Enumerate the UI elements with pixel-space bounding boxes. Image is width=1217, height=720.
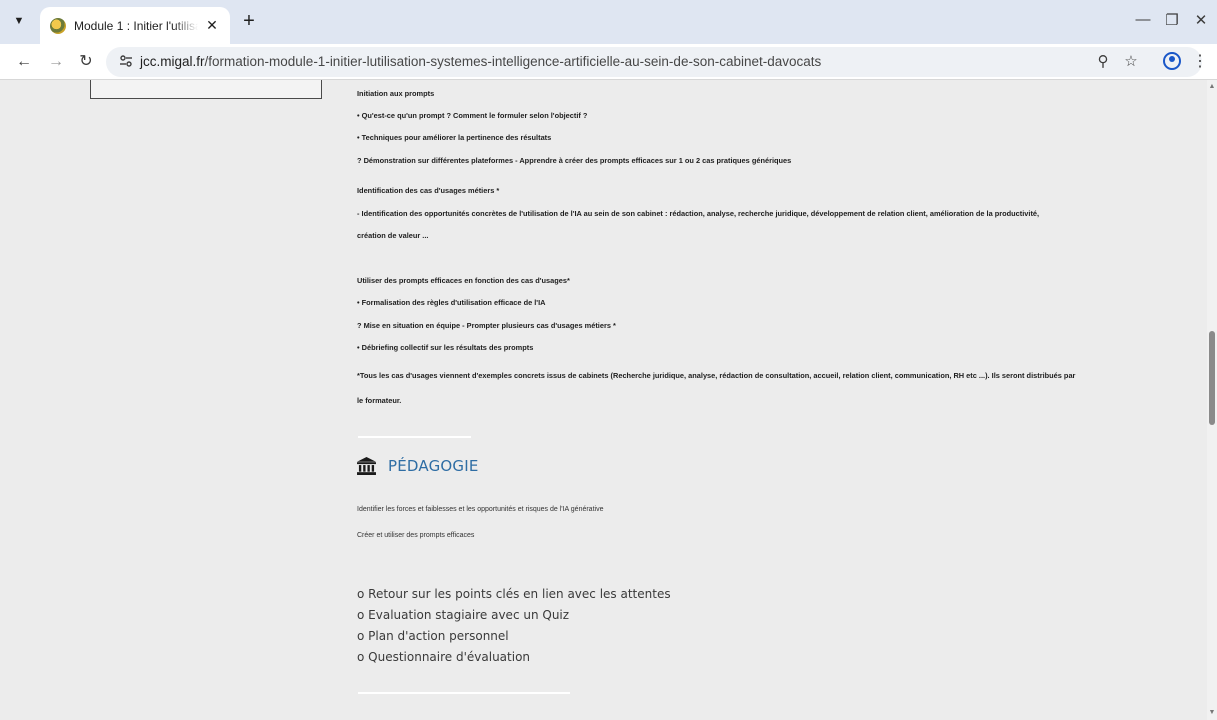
restore-icon[interactable]: ❐: [1161, 11, 1183, 29]
kebab-menu-icon[interactable]: ⋮: [1192, 51, 1208, 71]
section-title: PÉDAGOGIE: [388, 457, 479, 475]
content-line: • Débriefing collectif sur les résultats…: [357, 343, 534, 352]
scroll-down-arrow-icon[interactable]: ▼: [1208, 709, 1216, 717]
reload-icon[interactable]: ↻: [74, 50, 98, 74]
content-line: Identification des cas d'usages métiers …: [357, 186, 500, 195]
minimize-icon[interactable]: —: [1132, 11, 1154, 28]
content-line: - Identification des opportunités concrè…: [357, 209, 1040, 218]
chevron-down-icon: ▼: [13, 15, 25, 27]
scroll-up-arrow-icon[interactable]: ▲: [1208, 83, 1216, 91]
url-path: /formation-module-1-initier-lutilisation…: [204, 54, 822, 69]
pedagogie-item: o Questionnaire d'évaluation: [357, 650, 531, 664]
pedagogie-heading: PÉDAGOGIE: [357, 457, 479, 475]
site-favicon-icon: [50, 17, 66, 34]
profile-icon[interactable]: [1163, 52, 1181, 70]
section-divider: [358, 692, 570, 694]
window-close-icon[interactable]: ✕: [1190, 11, 1212, 29]
content-line: • Techniques pour améliorer la pertinenc…: [357, 133, 552, 142]
zoom-icon[interactable]: ⚲: [1094, 53, 1112, 71]
pedagogie-item: o Retour sur les points clés en lien ave…: [357, 587, 671, 601]
content-line: ? Démonstration sur différentes platefor…: [357, 156, 792, 165]
url-text: jcc.migal.fr/formation-module-1-initier-…: [140, 54, 821, 69]
tab-search-button[interactable]: ▼: [8, 10, 30, 32]
scrollbar-thumb[interactable]: [1209, 331, 1215, 425]
browser-toolbar: ← → ↻ jcc.migal.fr/formation-module-1-in…: [0, 44, 1217, 80]
browser-tab[interactable]: Module 1 : Initier l'utilisation de ✕: [40, 7, 230, 44]
content-line: ? Mise en situation en équipe - Prompter…: [357, 321, 616, 330]
pedagogie-item: o Plan d'action personnel: [357, 629, 509, 643]
page-scrollbar[interactable]: ▲ ▼: [1207, 80, 1217, 720]
section-divider: [358, 436, 471, 438]
content-line: le formateur.: [357, 396, 402, 405]
content-line: *Tous les cas d'usages viennent d'exempl…: [357, 371, 1076, 380]
content-line: création de valeur ...: [357, 231, 429, 240]
pedagogie-item: o Evaluation stagiaire avec un Quiz: [357, 608, 570, 622]
sidebar-box: [90, 80, 322, 99]
institution-icon: [357, 457, 376, 475]
pedagogie-line: Créer et utiliser des prompts efficaces: [357, 532, 475, 539]
browser-tab-bar: ▼ Module 1 : Initier l'utilisation de ✕ …: [0, 0, 1217, 44]
content-line: • Formalisation des règles d'utilisation…: [357, 298, 546, 307]
close-icon[interactable]: ✕: [204, 17, 220, 34]
url-host: jcc.migal.fr: [140, 54, 205, 69]
page-viewport: Initiation aux prompts • Qu'est-ce qu'un…: [0, 80, 1207, 720]
star-icon[interactable]: ☆: [1122, 53, 1140, 71]
content-line: Utiliser des prompts efficaces en foncti…: [357, 276, 570, 285]
tab-title: Module 1 : Initier l'utilisation de: [74, 18, 198, 33]
content-line: • Qu'est-ce qu'un prompt ? Comment le fo…: [357, 111, 588, 120]
address-bar[interactable]: jcc.migal.fr/formation-module-1-initier-…: [106, 47, 1202, 77]
arrow-left-icon[interactable]: ←: [12, 50, 36, 74]
pedagogie-line: Identifier les forces et faiblesses et l…: [357, 506, 604, 513]
new-tab-button[interactable]: +: [238, 11, 260, 33]
content-line: Initiation aux prompts: [357, 89, 435, 98]
tune-icon[interactable]: [118, 54, 134, 70]
arrow-right-icon[interactable]: →: [44, 50, 68, 74]
